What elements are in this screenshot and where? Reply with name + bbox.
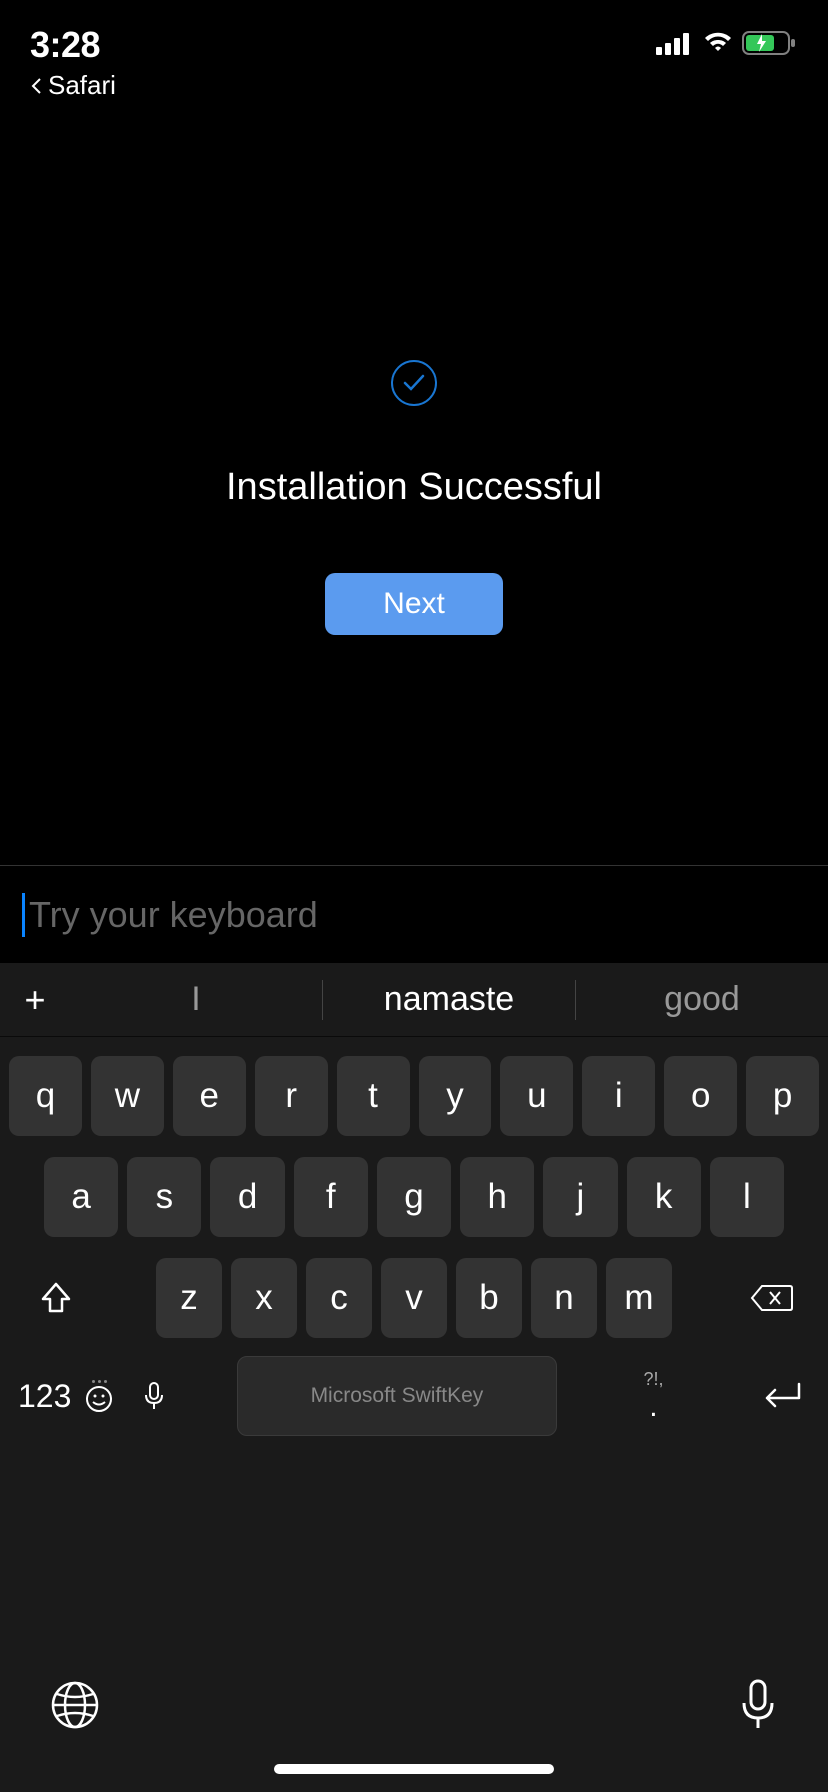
key-i[interactable]: i xyxy=(582,1056,655,1136)
emoji-icon xyxy=(85,1385,113,1413)
key-row-4: 123 xyxy=(0,1356,828,1436)
backspace-icon xyxy=(750,1282,794,1314)
suggestion-center[interactable]: namaste xyxy=(323,963,575,1037)
globe-key[interactable] xyxy=(50,1680,100,1735)
enter-key[interactable] xyxy=(750,1380,810,1412)
key-l[interactable]: l xyxy=(710,1157,784,1237)
plus-button[interactable]: + xyxy=(0,963,70,1037)
backspace-key[interactable] xyxy=(725,1258,819,1338)
key-g[interactable]: g xyxy=(377,1157,451,1237)
key-j[interactable]: j xyxy=(543,1157,617,1237)
page-title: Installation Successful xyxy=(226,466,602,509)
key-row-2: a s d f g h j k l xyxy=(0,1157,828,1237)
key-b[interactable]: b xyxy=(456,1258,522,1338)
key-w[interactable]: w xyxy=(91,1056,164,1136)
mic-small-key[interactable] xyxy=(143,1381,165,1411)
key-k[interactable]: k xyxy=(627,1157,701,1237)
main-content: Installation Successful Next xyxy=(0,0,828,865)
success-check-icon xyxy=(391,360,437,406)
key-a[interactable]: a xyxy=(44,1157,118,1237)
globe-icon xyxy=(50,1680,100,1730)
key-m[interactable]: m xyxy=(606,1258,672,1338)
enter-icon xyxy=(757,1380,803,1412)
key-u[interactable]: u xyxy=(500,1056,573,1136)
key-e[interactable]: e xyxy=(173,1056,246,1136)
key-q[interactable]: q xyxy=(9,1056,82,1136)
shift-icon xyxy=(37,1279,75,1317)
key-c[interactable]: c xyxy=(306,1258,372,1338)
dictation-key[interactable] xyxy=(738,1678,778,1737)
suggestion-left[interactable]: I xyxy=(70,963,322,1037)
text-cursor xyxy=(22,893,25,937)
shift-key[interactable] xyxy=(9,1258,103,1338)
home-indicator[interactable] xyxy=(274,1764,554,1774)
emoji-key[interactable] xyxy=(85,1380,113,1413)
key-y[interactable]: y xyxy=(419,1056,492,1136)
numeric-key[interactable]: 123 xyxy=(18,1378,165,1415)
key-row-1: q w e r t y u i o p xyxy=(0,1056,828,1136)
suggestion-bar: + I namaste good xyxy=(0,963,828,1037)
key-f[interactable]: f xyxy=(294,1157,368,1237)
key-row-3: z x c v b n m xyxy=(0,1258,828,1338)
key-p[interactable]: p xyxy=(746,1056,819,1136)
spacebar[interactable]: Microsoft SwiftKey xyxy=(237,1356,557,1436)
next-button[interactable]: Next xyxy=(325,573,503,635)
text-input-area[interactable]: Try your keyboard xyxy=(0,865,828,963)
key-x[interactable]: x xyxy=(231,1258,297,1338)
mic-icon xyxy=(738,1678,778,1732)
key-n[interactable]: n xyxy=(531,1258,597,1338)
key-v[interactable]: v xyxy=(381,1258,447,1338)
key-d[interactable]: d xyxy=(210,1157,284,1237)
input-placeholder: Try your keyboard xyxy=(29,894,318,936)
key-h[interactable]: h xyxy=(460,1157,534,1237)
key-z[interactable]: z xyxy=(156,1258,222,1338)
mic-small-icon xyxy=(143,1381,165,1411)
key-r[interactable]: r xyxy=(255,1056,328,1136)
key-s[interactable]: s xyxy=(127,1157,201,1237)
punctuation-key[interactable]: ?!, . xyxy=(628,1369,678,1424)
suggestion-right[interactable]: good xyxy=(576,963,828,1037)
keyboard: + I namaste good q w e r t y u i o p a s… xyxy=(0,963,828,1792)
key-t[interactable]: t xyxy=(337,1056,410,1136)
key-o[interactable]: o xyxy=(664,1056,737,1136)
